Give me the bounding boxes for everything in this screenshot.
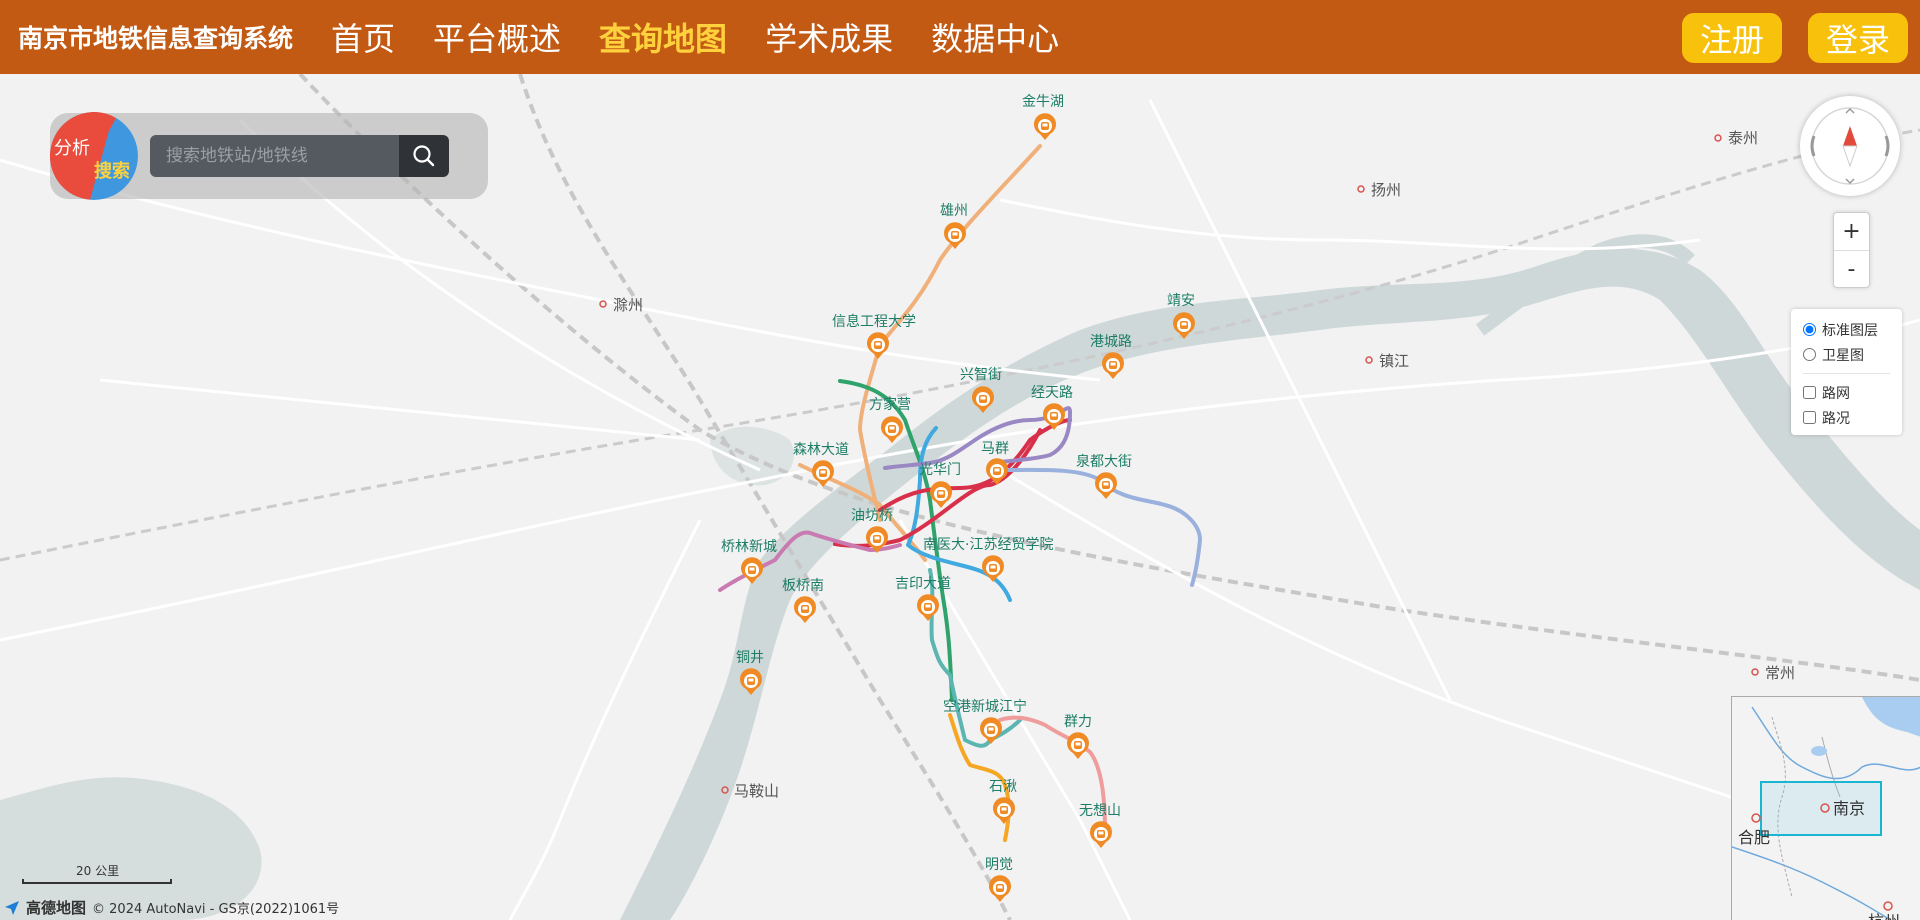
station-marker[interactable]: 泉都大街 xyxy=(1076,453,1132,499)
station-marker[interactable]: 空港新城江宁 xyxy=(943,698,1027,744)
station-label: 金牛湖 xyxy=(1022,94,1064,110)
station-label: 板桥南 xyxy=(782,578,824,594)
nav-academic-results[interactable]: 学术成果 xyxy=(765,14,893,60)
layer-satellite-option[interactable]: 卫星图 xyxy=(1803,342,1890,367)
nav-platform-overview[interactable]: 平台概述 xyxy=(433,14,561,60)
overview-city-hangzhou: 杭州 xyxy=(1868,912,1900,920)
login-button[interactable]: 登录 xyxy=(1808,13,1908,63)
station-marker[interactable]: 经天路 xyxy=(1031,385,1073,430)
station-label: 经天路 xyxy=(1031,385,1073,401)
station-marker[interactable]: 港城路 xyxy=(1090,334,1132,379)
nav-query-map[interactable]: 查询地图 xyxy=(599,14,727,60)
amap-logo-text: 高德地图 xyxy=(26,899,87,917)
search-input[interactable] xyxy=(150,135,400,177)
station-label: 无想山 xyxy=(1079,803,1121,819)
station-label: 油坊桥 xyxy=(851,508,893,524)
station-marker[interactable]: 金牛湖 xyxy=(1022,94,1064,140)
station-marker[interactable]: 吉印大道 xyxy=(895,576,951,621)
overview-map[interactable]: 南京 合肥 杭州 xyxy=(1731,696,1920,920)
station-marker[interactable]: 靖安 xyxy=(1167,293,1195,339)
station-label: 群力 xyxy=(1064,714,1092,730)
overview-city-hefei: 合肥 xyxy=(1738,828,1770,847)
analysis-search-toggle[interactable]: 分析 搜索 xyxy=(50,112,138,200)
station-marker[interactable]: 铜井 xyxy=(736,650,764,695)
station-label: 光华门 xyxy=(919,462,961,478)
scale-label: 20 公里 xyxy=(76,864,120,878)
station-marker[interactable]: 群力 xyxy=(1064,714,1092,759)
layer-traffic-label: 路况 xyxy=(1822,410,1850,427)
station-label: 空港新城江宁 xyxy=(943,698,1027,715)
layer-standard-radio[interactable] xyxy=(1803,323,1816,336)
main-nav: 首页 平台概述 查询地图 学术成果 数据中心 xyxy=(311,14,1077,60)
station-marker[interactable]: 兴智街 xyxy=(960,367,1002,413)
search-label: 搜索 xyxy=(94,161,130,182)
station-marker[interactable]: 光华门 xyxy=(919,462,961,508)
map-attribution: 高德地图 © 2024 AutoNavi - GS京(2022)1061号 xyxy=(4,897,339,918)
station-marker[interactable]: 油坊桥 xyxy=(851,508,893,553)
station-label: 森林大道 xyxy=(793,442,849,458)
zoom-in-button[interactable]: + xyxy=(1834,213,1869,250)
zoom-out-button[interactable]: - xyxy=(1834,250,1869,287)
search-button[interactable] xyxy=(399,135,449,177)
station-marker[interactable]: 桥林新城 xyxy=(721,539,777,584)
top-header: 南京市地铁信息查询系统 首页 平台概述 查询地图 学术成果 数据中心 注册 登录 xyxy=(0,0,1920,74)
station-label: 铜井 xyxy=(736,650,764,666)
analysis-label: 分析 xyxy=(54,138,90,159)
station-marker[interactable]: 无想山 xyxy=(1079,803,1121,848)
register-button[interactable]: 注册 xyxy=(1682,13,1782,63)
station-label: 方家营 xyxy=(869,396,911,413)
amap-logo-icon xyxy=(5,900,19,915)
zoom-control: + - xyxy=(1833,212,1870,288)
station-label: 信息工程大学 xyxy=(832,313,916,330)
layer-roadnet-option[interactable]: 路网 xyxy=(1803,380,1890,405)
station-label: 石湫 xyxy=(989,779,1017,795)
scale-bar xyxy=(22,879,172,884)
station-marker[interactable]: 板桥南 xyxy=(782,578,824,623)
map-canvas[interactable]: 泰州 扬州 滁州 镇江 常州 马鞍山 金牛湖 雄州 信息工程大学 靖安 港城路 … xyxy=(0,74,1920,920)
layer-standard-option[interactable]: 标准图层 xyxy=(1803,317,1890,342)
layer-roadnet-checkbox[interactable] xyxy=(1803,386,1816,399)
station-layer: 金牛湖雄州信息工程大学 靖安港城路兴智街经天路方家营森林大道 马群光华门 泉都大街油坊… xyxy=(721,94,1195,902)
station-label: 桥林新城 xyxy=(721,539,777,555)
layer-divider xyxy=(1803,373,1890,374)
station-marker[interactable]: 森林大道 xyxy=(793,442,849,487)
magnifier-icon xyxy=(413,145,435,167)
station-marker[interactable]: 雄州 xyxy=(940,203,968,249)
layer-satellite-radio[interactable] xyxy=(1803,348,1816,361)
nav-data-center[interactable]: 数据中心 xyxy=(931,14,1059,60)
compass-control[interactable] xyxy=(1800,96,1900,196)
station-label: 明觉 xyxy=(985,857,1013,873)
overview-map-canvas: 南京 合肥 杭州 xyxy=(1732,697,1920,920)
station-marker[interactable]: 信息工程大学 xyxy=(832,313,916,359)
station-marker[interactable]: 马群 xyxy=(981,441,1009,485)
nav-home[interactable]: 首页 xyxy=(331,14,395,60)
layer-roadnet-label: 路网 xyxy=(1822,385,1850,402)
compass-icon xyxy=(1810,107,1890,185)
station-marker[interactable]: 方家营 xyxy=(869,396,911,443)
station-label: 雄州 xyxy=(940,203,968,219)
station-marker[interactable]: 明觉 xyxy=(985,857,1013,902)
layer-standard-label: 标准图层 xyxy=(1822,322,1878,339)
app-title: 南京市地铁信息查询系统 xyxy=(18,25,294,53)
layer-traffic-option[interactable]: 路况 xyxy=(1803,405,1890,430)
layer-satellite-label: 卫星图 xyxy=(1822,347,1864,364)
station-label: 吉印大道 xyxy=(895,576,951,592)
station-label: 南医大·江苏经贸学院 xyxy=(923,537,1053,553)
map-scale: 20 公里 xyxy=(22,862,174,886)
station-label: 马群 xyxy=(981,441,1009,457)
auth-buttons: 注册 登录 xyxy=(1682,13,1908,63)
station-label: 泉都大街 xyxy=(1076,453,1132,470)
station-marker[interactable]: 石湫 xyxy=(989,779,1017,824)
station-label: 港城路 xyxy=(1090,334,1132,350)
station-label: 兴智街 xyxy=(960,367,1002,383)
layer-traffic-checkbox[interactable] xyxy=(1803,411,1816,424)
station-label: 靖安 xyxy=(1167,293,1195,309)
copyright-text: © 2024 AutoNavi - GS京(2022)1061号 xyxy=(92,902,340,917)
overview-city-nanjing: 南京 xyxy=(1833,799,1865,818)
layer-switcher: 标准图层 卫星图 路网 路况 xyxy=(1791,309,1902,435)
